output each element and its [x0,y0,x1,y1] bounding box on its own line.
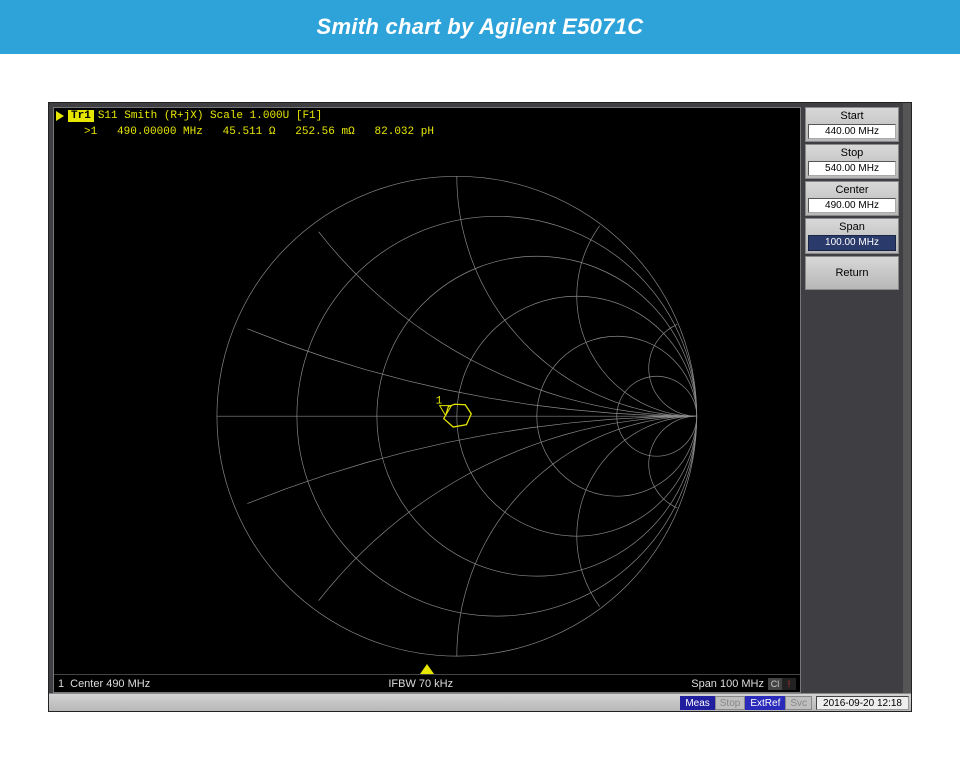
cal-status-badge: Cl [768,678,782,690]
marker-resistance: 45.511 Ω [223,126,276,138]
marker-frequency: 490.00000 MHz [117,126,203,138]
status-meas: Meas [680,696,714,710]
page-title: Smith chart by Agilent E5071C [317,14,644,39]
span-label: Span 100 MHz [691,678,764,690]
trace-header: Tr1 S11 Smith (R+jX) Scale 1.000U [F1] [54,108,800,122]
sidebar-scroll-gutter [903,103,911,693]
softkey-value: 100.00 MHz [808,235,896,251]
softkey-label: Center [835,184,868,196]
ifbw-label: IFBW 70 kHz [150,678,691,690]
warning-badge: ! [782,678,796,690]
plot-panel: Tr1 S11 Smith (R+jX) Scale 1.000U [F1] >… [53,107,801,693]
status-extref: ExtRef [745,696,785,710]
marker-index: >1 [84,126,97,138]
softkey-span[interactable]: Span 100.00 MHz [805,218,899,253]
softkey-value: 490.00 MHz [808,198,896,214]
svg-text:1: 1 [436,396,442,408]
instrument-body: Tr1 S11 Smith (R+jX) Scale 1.000U [F1] >… [49,103,911,693]
marker-readout: >1 490.00000 MHz 45.511 Ω 252.56 mΩ 82.0… [54,122,800,138]
marker-inductance: 82.032 pH [375,126,434,138]
smith-chart-area[interactable]: 1 [54,138,800,674]
softkey-label: Stop [841,147,864,159]
channel-number: 1 [58,678,64,690]
instrument-window: Tr1 S11 Smith (R+jX) Scale 1.000U [F1] >… [48,102,912,712]
status-svc: Svc [785,696,812,710]
status-stop: Stop [715,696,746,710]
softkey-label: Span [839,221,865,233]
softkey-label: Return [835,267,868,279]
softkey-value: 540.00 MHz [808,161,896,177]
trace-tag[interactable]: Tr1 [68,110,94,122]
stimulus-marker-icon[interactable] [420,664,434,674]
page-title-bar: Smith chart by Agilent E5071C [0,0,960,54]
screenshot-wrapper: Tr1 S11 Smith (R+jX) Scale 1.000U [F1] >… [0,54,960,760]
softkey-stop[interactable]: Stop 540.00 MHz [805,144,899,179]
smith-chart-svg: 1 [54,138,800,674]
status-datetime: 2016-09-20 12:18 [816,696,909,710]
trace-label: S11 Smith (R+jX) Scale 1.000U [F1] [98,110,322,122]
center-frequency-label: Center 490 MHz [70,678,150,690]
marker-reactance: 252.56 mΩ [295,126,354,138]
softkey-start[interactable]: Start 440.00 MHz [805,107,899,142]
active-trace-indicator-icon [56,111,64,121]
softkey-value: 440.00 MHz [808,124,896,140]
status-bar: Meas Stop ExtRef Svc 2016-09-20 12:18 [49,693,911,711]
softkey-sidebar: Start 440.00 MHz Stop 540.00 MHz Center … [803,103,903,693]
softkey-center[interactable]: Center 490.00 MHz [805,181,899,216]
plot-footer: 1 Center 490 MHz IFBW 70 kHz Span 100 MH… [54,674,800,692]
softkey-return[interactable]: Return [805,256,899,291]
softkey-label: Start [840,110,863,122]
